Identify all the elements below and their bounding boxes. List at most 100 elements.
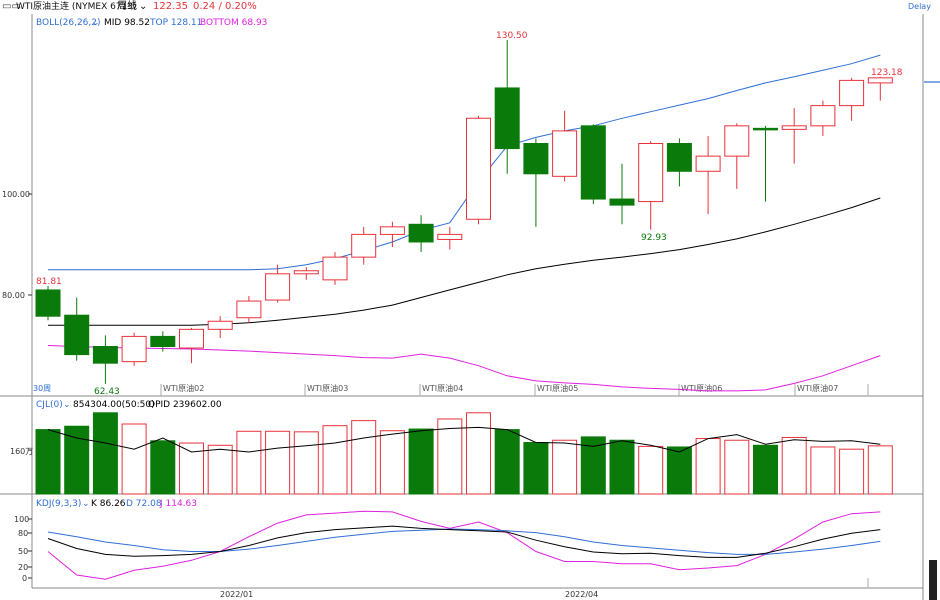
volume-bar (351, 420, 377, 495)
volume-bar (494, 429, 520, 495)
x-tick-label: 2022/04 (565, 590, 598, 599)
volume-bar (867, 445, 893, 495)
candle-body (35, 289, 61, 317)
candle-body (695, 155, 721, 172)
candle-body (121, 335, 147, 363)
y-axis-kdj: 100 80 50 20 0 (14, 515, 29, 583)
volume-bar (322, 425, 348, 495)
x-axis: 2022/01 2022/04 (220, 590, 598, 599)
volume-values: 854304.00(50:50) (73, 400, 155, 410)
boll-mid: MID 98.52 (104, 18, 150, 28)
y-tick-label: 50 (18, 547, 28, 556)
volume-bar (437, 418, 463, 495)
volume-bar (35, 429, 61, 495)
volume-legend: CJL(0) ⌄ 854304.00(50:50) OPID 239602.00 (36, 400, 222, 410)
start-high-annotation: 81.81 (36, 277, 62, 287)
panel-frames (0, 14, 940, 600)
candle-body (638, 143, 664, 203)
candle-body (437, 233, 463, 240)
chevron-down-icon[interactable]: ⌄ (82, 499, 90, 509)
volume-bar (839, 448, 865, 495)
chevron-down-icon[interactable]: ⌄ (63, 400, 71, 410)
contract-label: WTI原油07 (797, 383, 838, 393)
candle-body (867, 77, 893, 84)
volume-bar (379, 430, 405, 495)
period-badge: 30周 (33, 384, 51, 393)
candle-body (293, 270, 319, 275)
candle-body (609, 198, 635, 206)
candle-body (580, 125, 606, 200)
volume-bar (810, 446, 836, 495)
candle-body (781, 125, 807, 130)
candle-body (494, 87, 520, 150)
volume-bar (466, 412, 491, 495)
contract-label: WTI原油06 (681, 383, 722, 393)
volume-bar (121, 423, 147, 495)
boll-bottom: BOTTOM 68.93 (200, 18, 267, 28)
kdj-label: KDJ(9,3,3) (36, 499, 81, 509)
candle-body (666, 143, 692, 172)
candle-body (92, 346, 118, 364)
contract-label: WTI原油03 (307, 383, 348, 393)
candle-body (236, 300, 262, 319)
candle-body (322, 256, 348, 281)
contract-label: WTI原油04 (422, 383, 463, 393)
volume-bar (92, 412, 118, 495)
kdj-lines (47, 510, 881, 580)
volume-bar (523, 441, 549, 495)
candle-body (150, 335, 176, 348)
volume-bar (666, 446, 692, 495)
volume-bar (781, 436, 807, 495)
candle-body (207, 320, 233, 330)
y-axis-volume: 160万 (10, 447, 33, 456)
candle-body (753, 127, 778, 131)
volume-bar (408, 428, 434, 495)
kdj-j-line (47, 510, 881, 580)
volume-bar (207, 444, 233, 495)
volume-bars (35, 412, 893, 495)
chart-canvas[interactable]: BOLL(26,26,2) ⌄ MID 98.52 TOP 128.11 BOT… (0, 0, 940, 600)
kdj-legend: KDJ(9,3,3) ⌄ K 86.26 D 72.08 J 114.63 (36, 499, 197, 509)
kdj-k: K 86.26 (91, 499, 126, 509)
volume-bar (293, 431, 319, 495)
y-tick-label: 20 (18, 563, 28, 572)
kdj-k-line (47, 525, 881, 558)
trading-chart-window: ▭▭ WTI原油主连 (NYMEX 6713) 周线 ⌄ 122.35 0.24 … (0, 0, 940, 600)
candle-body (179, 328, 204, 349)
contract-label: WTI原油02 (163, 383, 204, 393)
boll-mid-line (48, 197, 881, 326)
kdj-d: D 72.08 (126, 499, 162, 509)
contract-labels: 30周 WTI原油02 WTI原油03 WTI原油04 WTI原油05 WTI原… (33, 383, 838, 393)
candle-body (466, 117, 491, 220)
boll-top-line (48, 54, 881, 271)
volume-label: CJL(0) (36, 400, 63, 410)
swing-low-annotation: 92.93 (641, 233, 667, 243)
candle-body (523, 143, 549, 175)
candle-body (810, 105, 836, 127)
y-tick-label: 0 (22, 574, 27, 583)
volume-bar (64, 425, 90, 495)
volume-bar (753, 444, 778, 495)
volume-bar (552, 439, 578, 495)
candles (35, 39, 893, 384)
candle-body (265, 273, 291, 301)
volume-bar (695, 438, 721, 495)
y-tick-label: 100 (14, 515, 29, 524)
kdj-d-line (47, 528, 881, 555)
boll-legend: BOLL(26,26,2) ⌄ MID 98.52 TOP 128.11 BOT… (36, 18, 267, 28)
chevron-down-icon[interactable]: ⌄ (92, 18, 100, 28)
y-tick-label: 80 (18, 529, 28, 538)
y-tick-label: 80.00 (2, 291, 25, 300)
y-axis-price: 100.00 80.00 (2, 190, 30, 300)
candle-body (408, 223, 434, 243)
y-tick-label: 100.00 (2, 190, 30, 199)
volume-bar (638, 445, 664, 495)
volume-bar (236, 430, 262, 495)
boll-label: BOLL(26,26,2) (36, 18, 101, 28)
high-annotation: 130.50 (496, 31, 528, 41)
candle-body (379, 226, 405, 235)
volume-bar (265, 430, 291, 495)
candle-body (552, 130, 578, 177)
candle-body (351, 233, 377, 258)
contract-label: WTI原油05 (537, 383, 578, 393)
